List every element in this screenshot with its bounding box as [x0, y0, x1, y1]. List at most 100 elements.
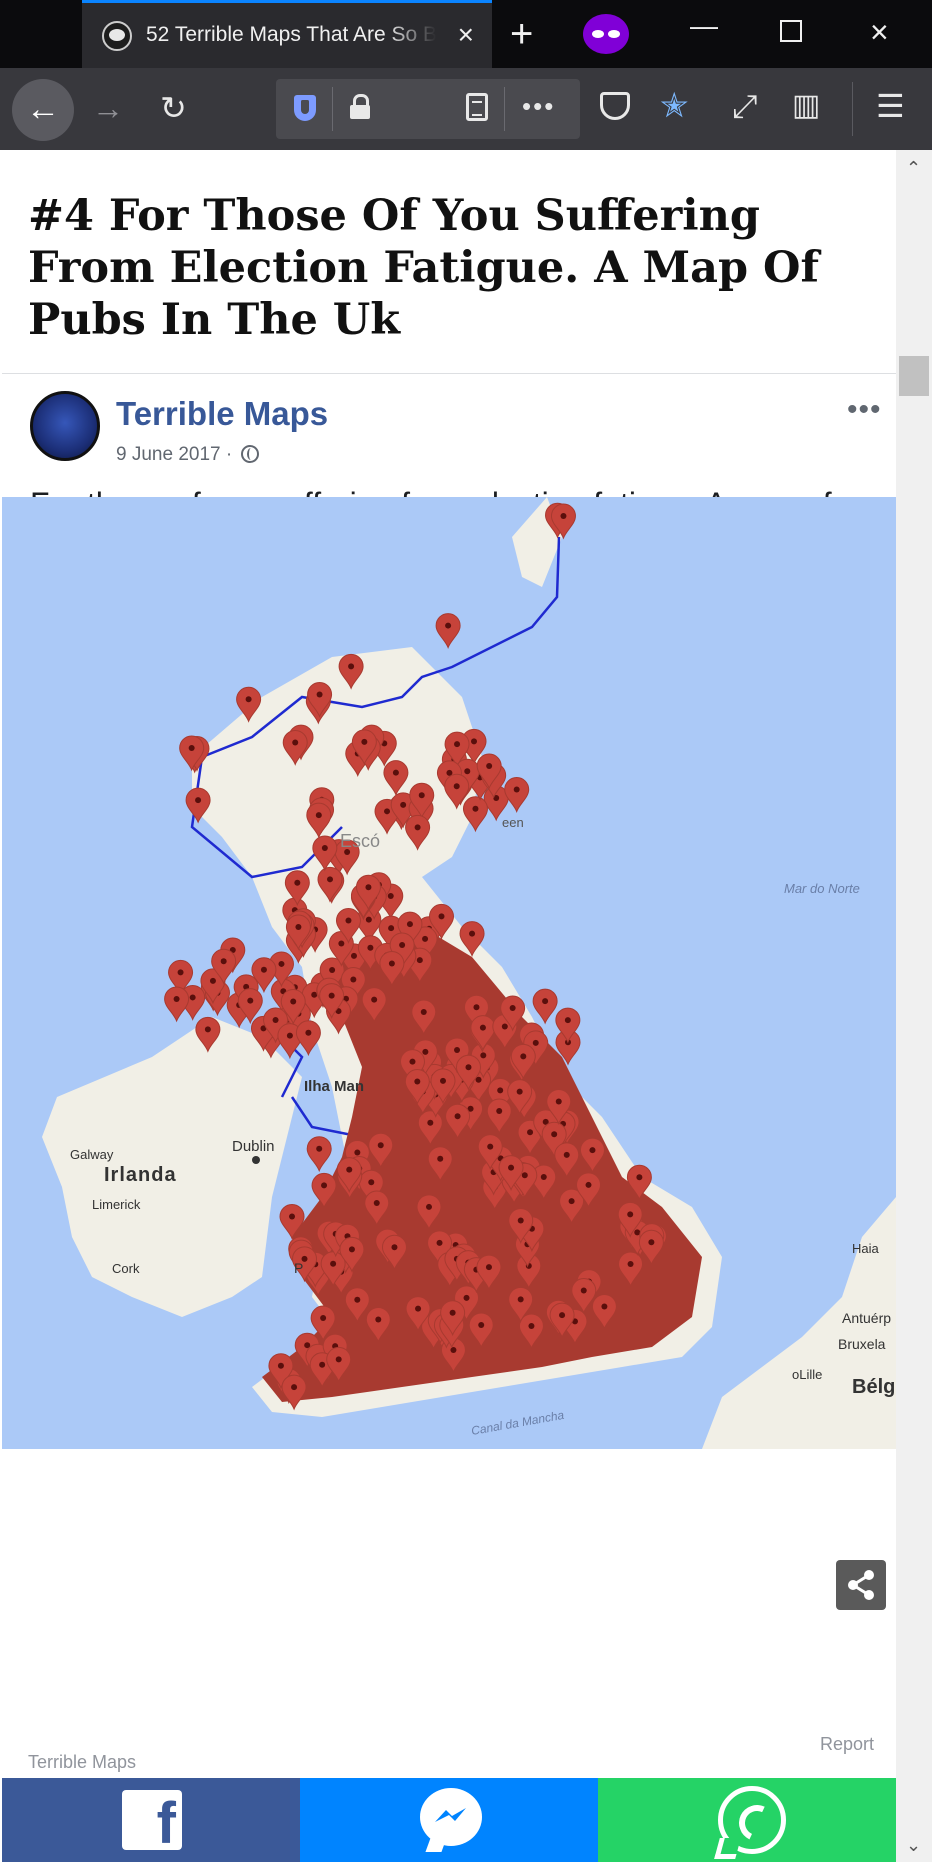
messenger-icon	[420, 1788, 482, 1846]
pub-pin-dot	[294, 879, 301, 886]
post-map-image[interactable]: Escó een Mar do Norte Ilha Man Dublin Ga…	[2, 497, 896, 1449]
post-author-link[interactable]: Terrible Maps	[116, 395, 328, 433]
map-label-antwerp: Antuérp	[842, 1310, 891, 1326]
pub-pin-dot	[520, 1053, 527, 1060]
pub-pin-dot	[469, 930, 476, 937]
report-link[interactable]: Report	[820, 1734, 874, 1755]
forward-button[interactable]: →	[92, 88, 124, 128]
hamburger-menu-icon[interactable]: ☰	[876, 86, 905, 126]
url-separator	[332, 87, 333, 131]
article-headline: #4 For Those Of You Suffering From Elect…	[28, 191, 819, 345]
map-label-isle-of-man: Ilha Man	[304, 1078, 364, 1095]
map-label-p: P	[294, 1260, 303, 1276]
active-tab[interactable]: 52 Terrible Maps That Are So Bad They're…	[82, 0, 492, 68]
bookmark-star-icon[interactable]: ✭	[660, 86, 689, 126]
reader-view-icon[interactable]	[466, 93, 488, 121]
tracking-protection-shield-icon[interactable]	[294, 95, 316, 121]
share-facebook-button[interactable]: f	[2, 1778, 300, 1862]
window-maximize-button[interactable]	[780, 16, 802, 49]
pub-pin-dot	[542, 998, 549, 1005]
pub-pin-dot	[648, 1239, 655, 1246]
tab-close-button[interactable]: ×	[458, 20, 474, 50]
scroll-thumb[interactable]	[899, 356, 929, 396]
pub-pin-dot	[338, 940, 345, 947]
pub-pin-dot	[354, 1296, 361, 1303]
window-minimize-button[interactable]: —	[690, 10, 718, 42]
map-label-north-sea: Mar do Norte	[784, 881, 860, 896]
pub-pin-dot	[445, 622, 452, 629]
pub-pin-dot	[480, 1052, 487, 1059]
pub-pin-dot	[415, 1305, 422, 1312]
pub-pin-dot	[305, 1029, 312, 1036]
pub-pin-dot	[361, 738, 368, 745]
map-label-lille: oLille	[792, 1367, 822, 1382]
pub-pin-dot	[350, 976, 357, 983]
pub-pin-dot	[527, 1129, 534, 1136]
pub-pin-dot	[472, 805, 479, 812]
pocket-icon[interactable]	[600, 92, 630, 120]
scroll-up-arrow-icon[interactable]: ⌃	[906, 158, 921, 179]
pub-pin-dot	[272, 1017, 279, 1024]
share-icon[interactable]	[836, 1560, 886, 1610]
new-tab-button[interactable]: +	[510, 14, 533, 54]
post-footer-page-name[interactable]: Terrible Maps	[28, 1752, 136, 1773]
reload-button[interactable]: ↻	[160, 88, 187, 128]
post-date[interactable]: 9 June 2017	[116, 444, 221, 465]
post-more-options-button[interactable]: •••	[847, 395, 882, 425]
pub-pin-dot	[368, 1179, 375, 1186]
pub-pin-dot	[367, 944, 374, 951]
pub-pin-dot	[636, 1174, 643, 1181]
pub-pin-dot	[627, 1260, 634, 1267]
pub-pin-dot	[422, 935, 429, 942]
author-avatar[interactable]	[30, 391, 100, 461]
pub-pin-dot	[473, 1004, 480, 1011]
pub-pin-dot	[328, 992, 335, 999]
library-icon[interactable]: ▥	[792, 86, 820, 126]
url-bar[interactable]: •••	[276, 79, 580, 139]
map-label-scotland: Escó	[340, 831, 380, 851]
pub-pin-dot	[454, 741, 461, 748]
map-label-haia: Haia	[852, 1241, 880, 1256]
pub-pin-dot	[497, 1087, 504, 1094]
pub-pin-dot	[189, 994, 196, 1001]
pub-pin-dot	[551, 1131, 558, 1138]
pub-pin-dot	[400, 801, 407, 808]
share-whatsapp-button[interactable]	[598, 1778, 896, 1862]
pub-pin-dot	[348, 1246, 355, 1253]
pub-pin-dot	[345, 917, 352, 924]
pub-pin-dot	[330, 1260, 337, 1267]
scroll-down-arrow-icon[interactable]: ⌄	[906, 1835, 921, 1856]
map-label-belgium: Bélg	[852, 1376, 895, 1398]
lock-icon[interactable]	[350, 94, 370, 119]
pub-pin-dot	[315, 812, 322, 819]
pub-pin-dot	[414, 1078, 421, 1085]
pub-pin-dot	[365, 884, 372, 891]
pub-pin-dot	[454, 1113, 461, 1120]
pub-pin-dot	[601, 1303, 608, 1310]
pub-pin-dot	[289, 1213, 296, 1220]
site-favicon-icon	[102, 21, 132, 51]
pub-pin-dot	[559, 1312, 566, 1319]
pub-pin-dot	[449, 1309, 456, 1316]
pub-pin-dot	[277, 1362, 284, 1369]
dublin-marker	[252, 1156, 260, 1164]
window-close-button[interactable]: ×	[870, 16, 889, 48]
divider	[2, 373, 896, 374]
pub-pin-dot	[486, 763, 493, 770]
pub-pin-dot	[188, 744, 195, 751]
share-messenger-button[interactable]	[300, 1778, 598, 1862]
pub-pin-dot	[436, 1239, 443, 1246]
page-scrollbar[interactable]: ⌃ ⌄	[896, 150, 932, 1862]
back-button[interactable]: ←	[12, 79, 74, 141]
pub-pin-dot	[286, 1032, 293, 1039]
pub-pin-dot	[471, 738, 478, 745]
expand-icon[interactable]: ⤢	[732, 86, 758, 126]
navigation-toolbar: ← → ↻ ••• ✭ ⤢ ▥ ☰	[0, 68, 932, 150]
pub-pin-dot	[463, 1294, 470, 1301]
facebook-icon: f	[122, 1790, 182, 1850]
date-separator: ·	[225, 444, 233, 465]
pub-pin-dot	[278, 960, 285, 967]
pub-pin-dot	[209, 977, 216, 984]
page-actions-button[interactable]: •••	[522, 91, 555, 122]
pub-pin-dot	[406, 921, 413, 928]
